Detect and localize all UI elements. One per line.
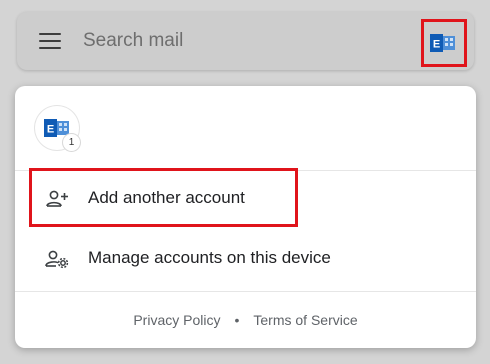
terms-of-service-link[interactable]: Terms of Service — [253, 312, 357, 328]
hamburger-menu-icon[interactable] — [39, 33, 61, 49]
search-bar[interactable]: Search mail — [17, 12, 474, 70]
manage-accounts-icon — [45, 250, 69, 269]
search-input[interactable]: Search mail — [83, 30, 183, 52]
footer-links: Privacy Policy • Terms of Service — [15, 312, 476, 328]
svg-text:E: E — [433, 39, 440, 51]
manage-accounts-label: Manage accounts on this device — [88, 248, 331, 267]
divider — [15, 291, 476, 292]
privacy-policy-link[interactable]: Privacy Policy — [133, 312, 220, 328]
svg-text:E: E — [47, 124, 54, 136]
separator-dot: • — [234, 312, 240, 328]
account-count-badge: 1 — [63, 134, 80, 151]
exchange-icon[interactable]: E — [430, 32, 456, 54]
highlight-box-add-account — [29, 168, 298, 227]
manage-accounts-row[interactable]: Manage accounts on this device — [15, 233, 476, 285]
account-menu-card: E 1 Add another account Manage accounts — [15, 86, 476, 348]
